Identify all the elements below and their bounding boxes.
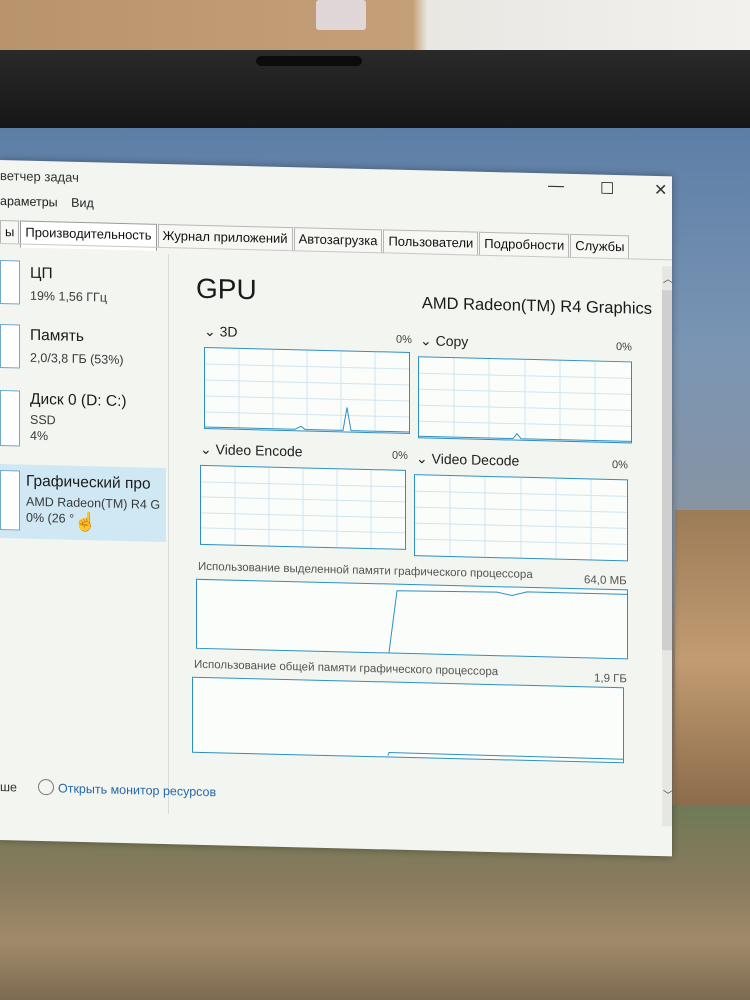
cpu-label: ЦП bbox=[30, 264, 53, 283]
task-manager-window: ветчер задач — ☐ ✕ араметры Вид ы Произв… bbox=[0, 160, 673, 857]
dedicated-memory-line bbox=[388, 590, 627, 653]
engine-copy-label: Copy bbox=[435, 332, 469, 350]
webcam-notch bbox=[256, 56, 362, 66]
scrollbar-thumb[interactable] bbox=[662, 290, 672, 651]
engine-copy-graph-svg bbox=[419, 358, 631, 442]
engine-video-decode-label: Video Decode bbox=[431, 450, 520, 469]
scroll-up-icon[interactable]: ︿ bbox=[663, 270, 673, 285]
shared-memory-line bbox=[387, 751, 623, 760]
close-button[interactable]: ✕ bbox=[654, 180, 667, 200]
sidebar-item-memory[interactable]: Память 2,0/3,8 ГБ (53%) bbox=[0, 320, 166, 386]
menu-view[interactable]: Вид bbox=[71, 196, 94, 211]
engine-copy-percent: 0% bbox=[616, 341, 632, 354]
maximize-button[interactable]: ☐ bbox=[600, 179, 614, 199]
vertical-scrollbar[interactable]: ︿ ﹀ bbox=[662, 266, 673, 827]
engine-video-encode-dropdown[interactable]: ⌄ Video Encode bbox=[200, 441, 303, 461]
engine-copy-graph bbox=[418, 356, 632, 444]
gpu-label: Графический про bbox=[26, 472, 151, 493]
gpu-device-name: AMD Radeon(TM) R4 Graphics bbox=[421, 294, 652, 318]
page-title: GPU bbox=[196, 272, 257, 306]
dedicated-memory-value: 64,0 МБ bbox=[584, 574, 627, 588]
engine-video-encode-percent: 0% bbox=[392, 449, 408, 462]
dedicated-memory-label: Использование выделенной памяти графичес… bbox=[198, 560, 533, 582]
shared-memory-value: 1,9 ГБ bbox=[594, 672, 627, 686]
graph-grid bbox=[201, 466, 405, 549]
engine-3d-label: 3D bbox=[219, 323, 238, 340]
tab-services[interactable]: Службы bbox=[570, 233, 630, 260]
tab-processes[interactable]: ы bbox=[0, 220, 20, 245]
engine-video-encode-graph-svg bbox=[201, 466, 405, 549]
dedicated-memory-graph-svg bbox=[388, 590, 627, 653]
minimize-button[interactable]: — bbox=[548, 177, 564, 195]
menu-bar: араметры Вид bbox=[0, 194, 104, 217]
memory-thumbnail-graph bbox=[0, 324, 20, 369]
tab-startup[interactable]: Автозагрузка bbox=[293, 227, 383, 254]
engine-video-decode-graph-svg bbox=[415, 475, 627, 560]
wallpaper-cliff bbox=[675, 510, 750, 810]
tab-details[interactable]: Подробности bbox=[479, 231, 570, 258]
background-box bbox=[0, 0, 750, 52]
memory-label: Память bbox=[30, 326, 84, 346]
fewer-details-link[interactable]: ше bbox=[0, 780, 17, 794]
sidebar-item-cpu[interactable]: ЦП 19% 1,56 ГГц bbox=[0, 258, 166, 322]
graph-grid bbox=[205, 348, 409, 433]
disk-usage: 4% bbox=[30, 428, 49, 444]
gpu-thumbnail-graph bbox=[0, 470, 20, 531]
scroll-down-icon[interactable]: ﹀ bbox=[663, 786, 673, 801]
engine-copy-dropdown[interactable]: ⌄ Copy bbox=[420, 332, 468, 350]
cpu-thumbnail-graph bbox=[0, 260, 20, 305]
engine-video-decode-percent: 0% bbox=[612, 458, 628, 472]
engine-video-encode-graph bbox=[200, 464, 406, 550]
menu-options[interactable]: араметры bbox=[0, 194, 58, 209]
dedicated-memory-graph bbox=[196, 578, 628, 660]
disk-thumbnail-graph bbox=[0, 390, 20, 447]
resource-monitor-icon bbox=[38, 778, 54, 796]
engine-3d-graph-svg bbox=[205, 348, 409, 433]
disk-type: SSD bbox=[30, 412, 56, 428]
background-sticker bbox=[316, 0, 366, 30]
engine-video-encode-label: Video Encode bbox=[215, 441, 303, 460]
chevron-down-icon: ⌄ bbox=[204, 322, 216, 340]
disk-label: Диск 0 (D: C:) bbox=[30, 390, 127, 411]
gpu-details-pane: GPU AMD Radeon(TM) R4 Graphics ⌄ 3D 0% ⌄… bbox=[170, 254, 660, 826]
sidebar-item-disk[interactable]: Диск 0 (D: C:) SSD 4% bbox=[0, 386, 166, 460]
engine-video-decode-dropdown[interactable]: ⌄ Video Decode bbox=[416, 450, 519, 470]
chevron-down-icon: ⌄ bbox=[416, 450, 428, 467]
gpu-model: AMD Radeon(TM) R4 G bbox=[26, 494, 161, 512]
shared-memory-graph-svg bbox=[387, 751, 623, 760]
shared-memory-graph bbox=[192, 676, 624, 764]
engine-3d-dropdown[interactable]: ⌄ 3D bbox=[204, 323, 238, 341]
pane-divider bbox=[168, 254, 169, 815]
engine-3d-graph bbox=[204, 346, 410, 435]
monitor-bezel bbox=[0, 50, 750, 130]
chevron-down-icon: ⌄ bbox=[420, 332, 432, 349]
window-title: ветчер задач bbox=[0, 168, 79, 185]
gpu-usage: 0% (26 ° bbox=[26, 510, 75, 526]
shared-memory-label: Использование общей памяти графического … bbox=[194, 658, 499, 679]
cpu-usage: 19% 1,56 ГГц bbox=[30, 288, 107, 305]
graph-grid bbox=[415, 475, 627, 560]
hand-cursor-icon: ☝ bbox=[74, 511, 97, 533]
engine-3d-percent: 0% bbox=[396, 333, 412, 347]
engine-video-decode-graph bbox=[414, 474, 628, 562]
memory-usage: 2,0/3,8 ГБ (53%) bbox=[30, 350, 124, 368]
chevron-down-icon: ⌄ bbox=[200, 440, 212, 458]
graph-grid bbox=[419, 358, 631, 442]
